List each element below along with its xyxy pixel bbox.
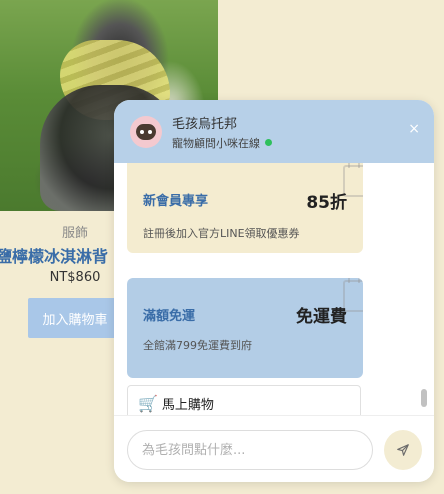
avatar-face — [136, 124, 156, 140]
online-indicator — [265, 139, 272, 146]
promo-value: 免運費 — [296, 307, 347, 327]
scrollbar[interactable] — [420, 163, 428, 415]
shop-now-button[interactable]: 🛒 馬上購物 — [127, 385, 361, 415]
chat-status: 寵物顧問小咪在線 — [172, 135, 272, 151]
promo-card: 新會員專享 85折 註冊後加入官方LINE領取優惠券 — [127, 163, 363, 253]
message-input[interactable] — [127, 430, 373, 470]
chat-title: 毛孩烏托邦 — [172, 117, 238, 132]
send-button[interactable] — [384, 430, 422, 470]
chat-messages[interactable]: 新會員專享 85折 註冊後加入官方LINE領取優惠券 滿額免運 免運費 全館滿7… — [114, 163, 434, 415]
promo-title: 新會員專享 — [143, 194, 209, 209]
promo-desc: 全館滿799免運費到府 — [143, 339, 252, 352]
send-icon — [397, 444, 409, 456]
shop-now-label: 馬上購物 — [161, 397, 214, 413]
add-to-cart-button[interactable]: 加入購物車 — [28, 298, 122, 338]
chat-header: 毛孩烏托邦 寵物顧問小咪在線 × — [114, 100, 434, 163]
close-icon[interactable]: × — [408, 122, 420, 136]
promo-value: 85折 — [306, 193, 347, 213]
shopping-cart-icon: 🛒 — [138, 393, 158, 413]
scrollbar-thumb[interactable] — [421, 389, 427, 407]
chat-status-text: 寵物顧問小咪在線 — [172, 137, 260, 150]
chat-footer — [114, 415, 434, 482]
promo-title: 滿額免運 — [143, 309, 196, 324]
promo-desc: 註冊後加入官方LINE領取優惠券 — [143, 227, 300, 240]
chat-widget: 毛孩烏托邦 寵物顧問小咪在線 × 新會員專享 85折 註冊後加入官方LINE領取… — [114, 100, 434, 482]
puppy-avatar-icon — [130, 116, 162, 148]
promo-card: 滿額免運 免運費 全館滿799免運費到府 — [127, 278, 363, 378]
